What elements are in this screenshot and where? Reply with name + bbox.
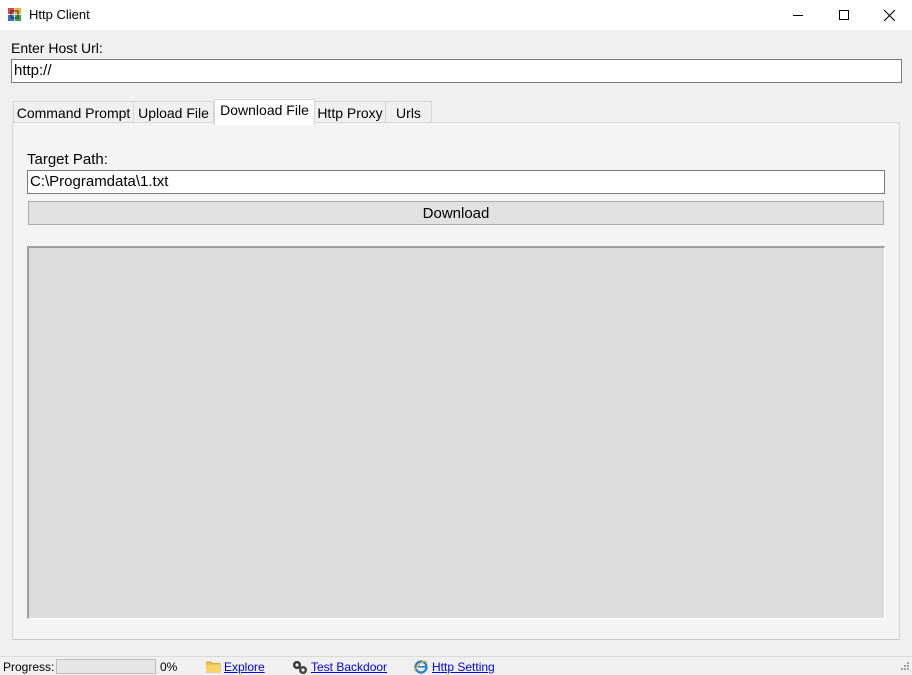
resize-grip-icon[interactable] <box>900 661 910 671</box>
status-bar: Progress: 0% Explore Test Backdoor Http … <box>0 656 912 675</box>
host-url-input[interactable]: http:// <box>11 59 902 83</box>
target-path-label: Target Path: <box>27 151 108 168</box>
folder-icon <box>206 661 221 673</box>
test-backdoor-link[interactable]: Test Backdoor <box>311 660 387 674</box>
output-area[interactable] <box>27 246 885 619</box>
app-icon <box>8 8 21 21</box>
tab-urls[interactable]: Urls <box>385 101 432 123</box>
tab-command-prompt[interactable]: Command Prompt <box>13 101 134 123</box>
host-url-label: Enter Host Url: <box>11 40 103 56</box>
minimize-icon <box>793 15 803 16</box>
tab-download-file[interactable]: Download File <box>214 99 315 125</box>
tab-http-proxy[interactable]: Http Proxy <box>314 101 386 123</box>
close-icon <box>883 9 895 21</box>
window-title: Http Client <box>29 7 90 22</box>
tab-upload-file[interactable]: Upload File <box>133 101 214 123</box>
progress-bar <box>56 659 156 674</box>
download-button[interactable]: Download <box>28 201 884 225</box>
title-bar: Http Client <box>0 0 912 30</box>
target-path-input[interactable]: C:\Programdata\1.txt <box>27 170 885 194</box>
gears-icon <box>293 661 307 674</box>
close-button[interactable] <box>866 0 912 30</box>
maximize-icon <box>839 10 849 20</box>
ie-icon <box>414 660 428 674</box>
maximize-button[interactable] <box>821 0 867 30</box>
http-setting-link[interactable]: Http Setting <box>432 660 495 674</box>
explore-link[interactable]: Explore <box>224 660 265 674</box>
minimize-button[interactable] <box>775 0 821 30</box>
progress-percent: 0% <box>160 660 178 674</box>
progress-label: Progress: <box>3 660 55 674</box>
